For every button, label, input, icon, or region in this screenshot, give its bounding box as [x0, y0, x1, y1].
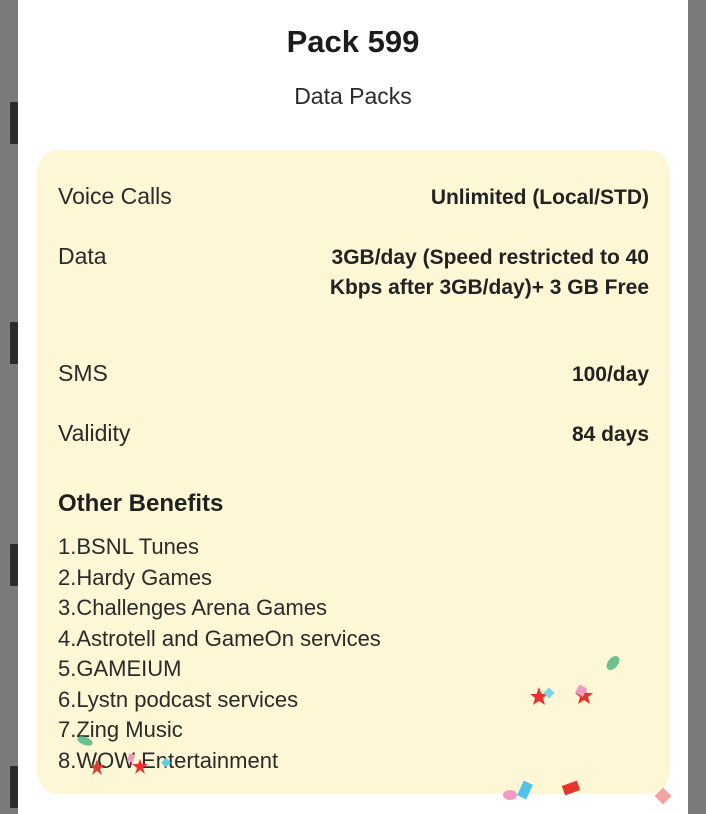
pack-details-sheet: Pack 599 Data Packs Voice Calls Unlimite… — [18, 0, 688, 814]
benefit-item: 4.Astrotell and GameOn services — [58, 625, 381, 651]
background-tab-marker — [10, 766, 18, 808]
benefit-item: 2.Hardy Games — [58, 564, 213, 590]
detail-label: Data — [58, 243, 107, 269]
benefit-item: 1.BSNL Tunes — [58, 534, 200, 559]
detail-value: 100/day — [571, 363, 649, 386]
pack-title: Pack 599 — [286, 24, 420, 59]
benefit-item: 5.GAMEIUM — [58, 656, 182, 681]
pack-details-card: Voice Calls Unlimited (Local/STD) Data 3… — [37, 150, 670, 794]
benefit-item: 3.Challenges Arena Games — [58, 595, 328, 620]
detail-value: 84 days — [571, 423, 649, 446]
detail-value: Unlimited (Local/STD) — [430, 186, 649, 209]
background-tab-marker — [10, 322, 18, 364]
background-tab-marker — [10, 102, 18, 144]
benefit-item: 7.Zing Music — [58, 717, 183, 742]
detail-label: Validity — [58, 420, 131, 446]
detail-label: SMS — [58, 360, 108, 386]
other-benefits-list: 1.BSNL Tunes 2.Hardy Games 3.Challenges … — [58, 532, 381, 776]
other-benefits-heading: Other Benefits — [58, 490, 224, 517]
detail-value: 3GB/day (Speed restricted to 40 Kbps aft… — [329, 246, 649, 299]
benefit-item: 8.WOW Entertainment — [58, 747, 279, 773]
pack-category: Data Packs — [294, 83, 412, 109]
benefit-item: 6.Lystn podcast services — [58, 686, 299, 712]
background-tab-marker — [10, 544, 18, 586]
detail-label: Voice Calls — [58, 183, 172, 209]
